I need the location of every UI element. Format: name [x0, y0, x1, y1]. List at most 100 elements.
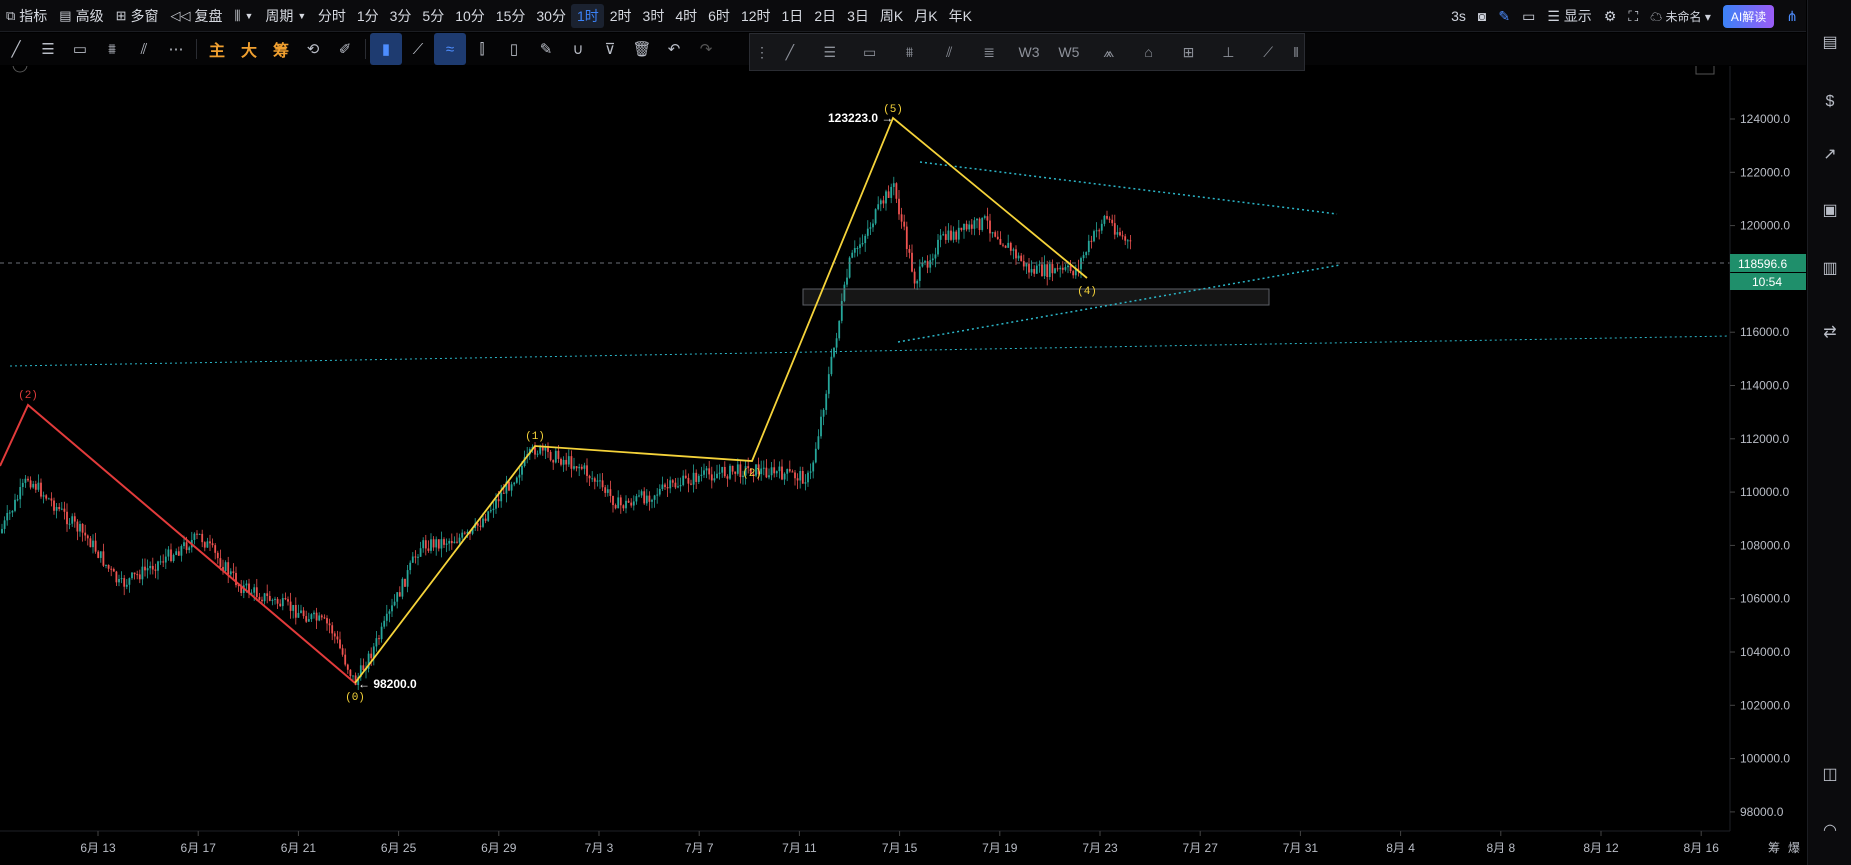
note-icon[interactable]: ✎ — [530, 33, 562, 65]
draw-active-icon[interactable]: ≈ — [434, 33, 466, 65]
rectangle-tool-icon[interactable]: ▭ — [64, 33, 96, 65]
more-tools-icon[interactable]: ⋯ — [160, 33, 192, 65]
fullscreen-icon[interactable]: ⛶ — [1628, 8, 1638, 25]
close-panel-icon[interactable]: ‖ — [1288, 35, 1304, 69]
pencil-line-icon[interactable]: ⟋ — [1248, 35, 1288, 69]
candle-body — [905, 226, 908, 250]
display-button[interactable]: ☰ 显示 — [1547, 6, 1591, 26]
clipboard-icon[interactable]: ▯ — [498, 33, 530, 65]
timeframe-tab[interactable]: 5分 — [417, 4, 450, 28]
timeframe-tab[interactable]: 3时 — [637, 4, 670, 28]
main-force-button[interactable]: 主 — [201, 33, 233, 65]
timeframe-tab[interactable]: 月K — [909, 4, 943, 28]
big-order-button[interactable]: 大 — [233, 33, 265, 65]
headset-icon[interactable]: ◠ — [1818, 818, 1842, 842]
pen-icon[interactable]: ✎ — [1498, 8, 1510, 25]
monitor-icon[interactable]: ▣ — [1818, 198, 1842, 222]
cloud-save-button[interactable]: ☁ 未命名 ▾ — [1650, 8, 1711, 25]
timeframe-tab[interactable]: 12时 — [735, 4, 776, 28]
timeframe-tab[interactable]: 1日 — [776, 4, 809, 28]
candle-pattern-icon[interactable]: ⫿ — [466, 33, 498, 65]
exchange-icon[interactable]: ⇄ — [1818, 320, 1842, 344]
candle-body — [349, 669, 352, 677]
timeframe-tab[interactable]: 2日 — [809, 4, 842, 28]
period-dropdown[interactable]: 周期 ▼ — [259, 0, 312, 32]
parallel-icon[interactable]: ⫽ — [929, 35, 969, 69]
pattern-tool-icon[interactable]: ⩩ — [96, 33, 128, 65]
timeframe-tab[interactable]: 1时 — [571, 3, 605, 28]
candle-body — [284, 598, 287, 600]
timeframe-tab[interactable]: 15分 — [490, 4, 531, 28]
candle-body — [19, 487, 22, 500]
timeframe-tab[interactable]: 3日 — [842, 4, 875, 28]
timeframe-tab[interactable]: 3分 — [384, 4, 417, 28]
ruler-icon[interactable]: ⟋ — [402, 33, 434, 65]
shape-icon[interactable]: ⌂ — [1129, 35, 1169, 69]
candle-body — [822, 409, 825, 417]
cards-icon[interactable]: ▥ — [1818, 256, 1842, 280]
candle-body — [110, 568, 113, 570]
timeframe-tab[interactable]: 分时 — [312, 4, 351, 28]
candle-body — [708, 468, 711, 475]
replay-button[interactable]: ◁◁ 复盘 — [165, 0, 229, 32]
multi-window-button[interactable]: ⊞ 多窗 — [110, 0, 165, 32]
candle-body — [383, 620, 386, 627]
trend-icon[interactable]: ↗ — [1818, 142, 1842, 166]
candle-body — [976, 218, 978, 221]
settings-icon[interactable]: ⚙ — [1604, 8, 1617, 25]
indicator-button[interactable]: ⧉ 指标 — [0, 0, 53, 32]
advanced-button[interactable]: ▤ 高级 — [53, 0, 109, 32]
measure-icon[interactable]: ⊥ — [1208, 35, 1248, 69]
timeframe-tab[interactable]: 30分 — [531, 4, 572, 28]
camera-icon[interactable]: ◙ — [1478, 8, 1486, 24]
magnet-icon[interactable]: ∪ — [562, 33, 594, 65]
document-icon[interactable]: ▤ — [1818, 30, 1842, 54]
trash-icon[interactable]: 🗑 — [626, 33, 658, 65]
chart-type-button[interactable]: ⫼ ▼ — [229, 0, 260, 32]
hline-icon[interactable]: ☰ — [810, 35, 850, 69]
line-tool-icon[interactable]: ╱ — [0, 33, 32, 65]
segment-icon[interactable]: ╱ — [770, 35, 810, 69]
redo-icon[interactable]: ↷ — [690, 33, 722, 65]
timeframe-tab[interactable]: 10分 — [450, 4, 491, 28]
candle-body — [180, 546, 183, 556]
triangle-icon[interactable]: ⩕ — [1089, 35, 1129, 69]
candle-body — [963, 223, 965, 230]
timeframe-tab[interactable]: 1分 — [351, 4, 384, 28]
candle-body — [562, 459, 565, 465]
timeframe-tab[interactable]: 年K — [943, 4, 977, 28]
drag-handle-icon[interactable]: ⋮ — [754, 35, 770, 69]
price-chart[interactable]: (2)(0)(1)(2)(5)(4)123223.0 →← 98200.0 12… — [0, 66, 1806, 865]
wave-w3-icon[interactable]: W3 — [1009, 35, 1049, 69]
chips-button[interactable]: 筹 — [265, 33, 297, 65]
candle-body — [630, 502, 633, 506]
share-icon[interactable]: ⋔ — [1786, 8, 1798, 25]
candle-body — [726, 476, 729, 479]
fib-tool-icon[interactable]: ⫽ — [128, 33, 160, 65]
wave-w5-icon[interactable]: W5 — [1049, 35, 1089, 69]
rect-icon[interactable]: ▭ — [850, 35, 890, 69]
hlines-tool-icon[interactable]: ☰ — [32, 33, 64, 65]
timeframe-tab[interactable]: 6时 — [703, 4, 736, 28]
timeframe-tab[interactable]: 4时 — [670, 4, 703, 28]
add-box-icon[interactable]: ⊞ — [1169, 35, 1209, 69]
window-icon[interactable]: ▭ — [1522, 8, 1535, 25]
candle-body — [414, 556, 417, 558]
filter-icon[interactable]: ⊽ — [594, 33, 626, 65]
bookmark-icon[interactable]: ▮ — [370, 33, 402, 65]
fib-levels-icon[interactable]: ≣ — [969, 35, 1009, 69]
candle-body — [297, 612, 300, 618]
undo-icon[interactable]: ↶ — [658, 33, 690, 65]
pattern-icon[interactable]: ⩩ — [890, 35, 930, 69]
eraser-tool-icon[interactable]: ✐ — [329, 33, 361, 65]
coin-icon[interactable]: $ — [1818, 90, 1842, 114]
timeframe-tab[interactable]: 周K — [874, 4, 908, 28]
ai-interpret-button[interactable]: AI解读 — [1722, 4, 1775, 28]
candle-body — [640, 491, 643, 496]
edit-tool-icon[interactable]: ⟲ — [297, 33, 329, 65]
layout-icon[interactable]: ◫ — [1818, 762, 1842, 786]
candle-body — [820, 416, 822, 437]
refresh-interval[interactable]: 3s — [1451, 8, 1466, 24]
time-tick-label: 8月 12 — [1583, 841, 1619, 855]
timeframe-tab[interactable]: 2时 — [604, 4, 637, 28]
